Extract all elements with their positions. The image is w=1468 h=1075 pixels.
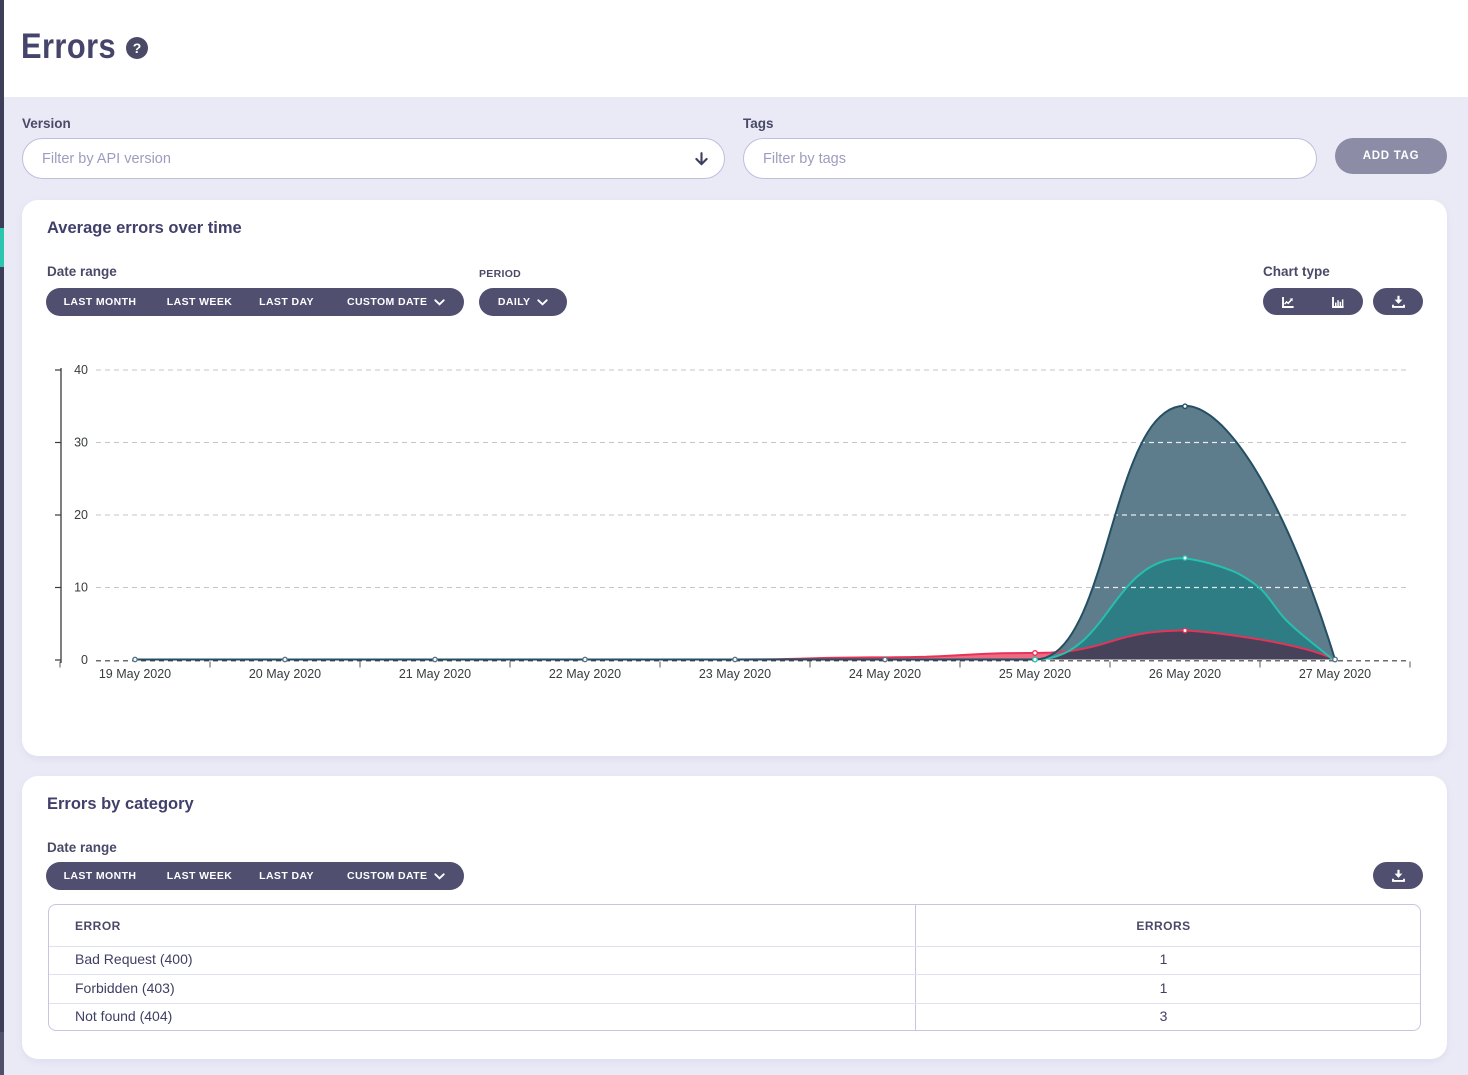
- svg-text:22 May 2020: 22 May 2020: [549, 667, 621, 681]
- svg-text:20 May 2020: 20 May 2020: [249, 667, 321, 681]
- svg-text:26 May 2020: 26 May 2020: [1149, 667, 1221, 681]
- svg-text:10: 10: [74, 581, 88, 595]
- svg-text:23 May 2020: 23 May 2020: [699, 667, 771, 681]
- svg-text:40: 40: [74, 363, 88, 377]
- svg-text:30: 30: [74, 436, 88, 450]
- svg-text:20: 20: [74, 508, 88, 522]
- svg-text:0: 0: [81, 653, 88, 667]
- svg-text:24 May 2020: 24 May 2020: [849, 667, 921, 681]
- svg-text:21 May 2020: 21 May 2020: [399, 667, 471, 681]
- svg-text:19 May 2020: 19 May 2020: [99, 667, 171, 681]
- svg-text:27 May 2020: 27 May 2020: [1299, 667, 1371, 681]
- svg-text:25 May 2020: 25 May 2020: [999, 667, 1071, 681]
